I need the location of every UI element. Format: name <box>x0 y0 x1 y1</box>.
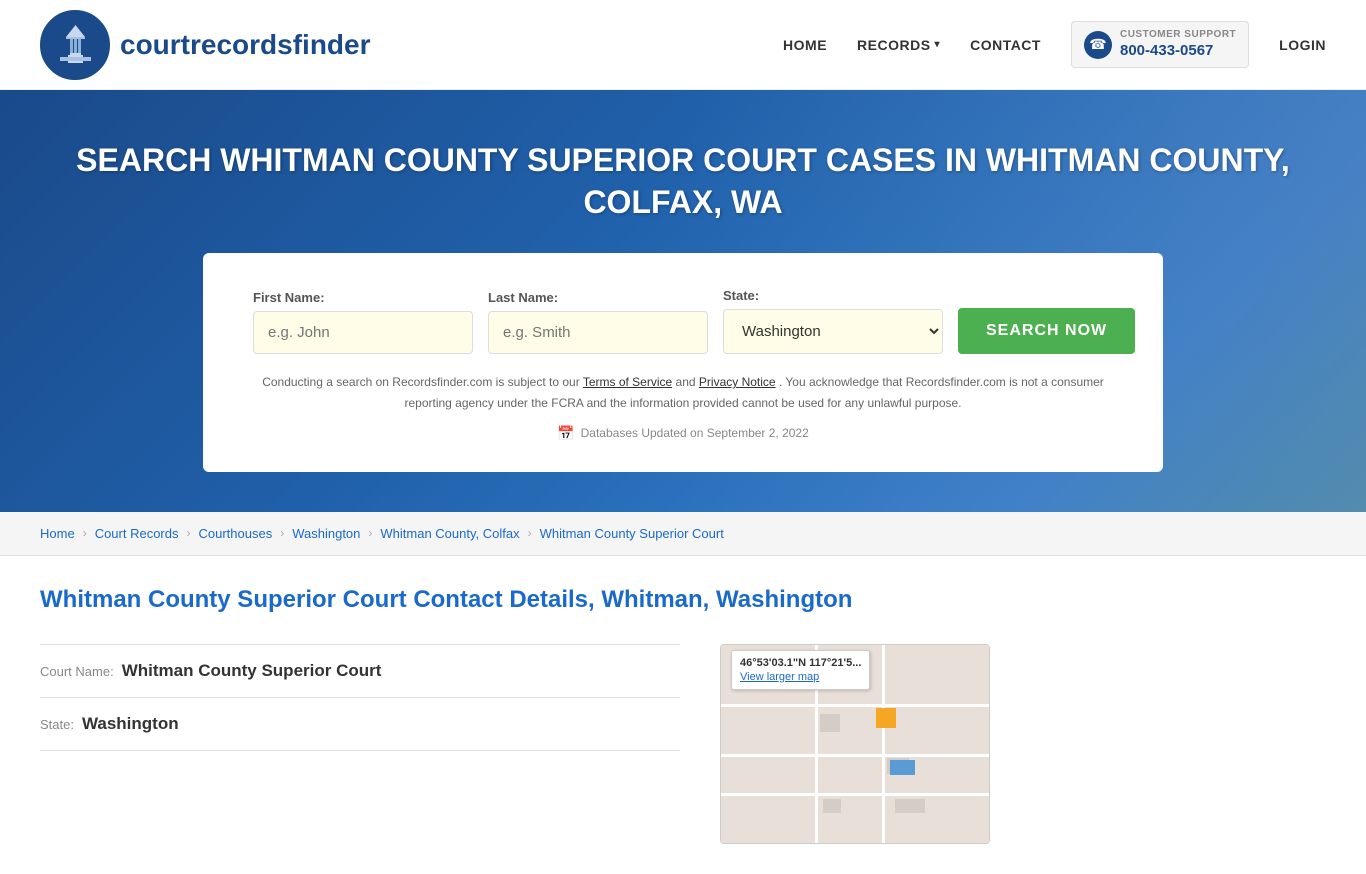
nav-home[interactable]: HOME <box>783 37 827 53</box>
map-highlight <box>876 708 896 728</box>
court-info: Court Name: Whitman County Superior Cour… <box>40 644 1326 844</box>
breadcrumb-sep-4: › <box>368 526 372 540</box>
map-coords: 46°53'03.1"N 117°21'5... <box>740 657 861 669</box>
state-detail-value: Washington <box>82 714 179 734</box>
nav-contact[interactable]: CONTACT <box>970 37 1041 53</box>
nav-records[interactable]: RECORDS ▾ <box>857 37 940 53</box>
map-blue-block <box>890 760 915 775</box>
last-name-group: Last Name: <box>488 290 708 354</box>
calendar-icon: 📅 <box>557 425 574 442</box>
breadcrumb-sep-2: › <box>187 526 191 540</box>
breadcrumb-court-records[interactable]: Court Records <box>95 526 179 541</box>
hero-title: SEARCH WHITMAN COUNTY SUPERIOR COURT CAS… <box>40 140 1326 223</box>
content-section: Whitman County Superior Court Contact De… <box>0 556 1366 874</box>
court-details: Court Name: Whitman County Superior Cour… <box>40 644 680 751</box>
nav-login[interactable]: LOGIN <box>1279 37 1326 53</box>
logo-area: courtrecordsfinder <box>40 10 371 80</box>
map-block <box>823 799 841 813</box>
first-name-input[interactable] <box>253 311 473 354</box>
support-label: CUSTOMER SUPPORT <box>1120 28 1236 41</box>
court-name-label: Court Name: <box>40 664 114 679</box>
breadcrumb-washington[interactable]: Washington <box>292 526 360 541</box>
state-select[interactable]: Washington <box>723 309 943 354</box>
main-nav: HOME RECORDS ▾ CONTACT ☎ CUSTOMER SUPPOR… <box>783 21 1326 68</box>
db-updated: 📅 Databases Updated on September 2, 2022 <box>253 425 1113 442</box>
search-button[interactable]: SEARCH NOW <box>958 308 1135 354</box>
first-name-label: First Name: <box>253 290 473 305</box>
breadcrumb-sep-5: › <box>528 526 532 540</box>
breadcrumb-sep-3: › <box>280 526 284 540</box>
hero-section: SEARCH WHITMAN COUNTY SUPERIOR COURT CAS… <box>0 90 1366 512</box>
last-name-label: Last Name: <box>488 290 708 305</box>
support-phone: 800-433-0567 <box>1120 41 1236 61</box>
state-label: State: <box>723 288 943 303</box>
support-box: ☎ CUSTOMER SUPPORT 800-433-0567 <box>1071 21 1249 68</box>
search-fields: First Name: Last Name: State: Washington… <box>253 288 1113 354</box>
map-block <box>820 714 840 732</box>
logo-text: courtrecordsfinder <box>120 29 371 61</box>
breadcrumb-current: Whitman County Superior Court <box>540 526 724 541</box>
breadcrumb-whitman-colfax[interactable]: Whitman County, Colfax <box>380 526 519 541</box>
logo-icon <box>40 10 110 80</box>
state-row: State: Washington <box>40 697 680 751</box>
section-title: Whitman County Superior Court Contact De… <box>40 586 1326 614</box>
site-header: courtrecordsfinder HOME RECORDS ▾ CONTAC… <box>0 0 1366 90</box>
tos-link[interactable]: Terms of Service <box>583 375 672 389</box>
state-group: State: Washington <box>723 288 943 354</box>
court-name-value: Whitman County Superior Court <box>122 661 382 681</box>
map-road <box>721 754 989 757</box>
map-block <box>895 799 925 813</box>
privacy-link[interactable]: Privacy Notice <box>699 375 776 389</box>
map-road <box>721 704 989 707</box>
first-name-group: First Name: <box>253 290 473 354</box>
breadcrumb-sep-1: › <box>83 526 87 540</box>
phone-icon: ☎ <box>1084 31 1112 59</box>
map-view-larger[interactable]: View larger map <box>740 671 861 683</box>
breadcrumb: Home › Court Records › Courthouses › Was… <box>0 512 1366 556</box>
last-name-input[interactable] <box>488 311 708 354</box>
chevron-down-icon: ▾ <box>935 39 941 50</box>
map-road <box>721 793 989 796</box>
map-tooltip: 46°53'03.1"N 117°21'5... View larger map <box>731 650 870 690</box>
breadcrumb-home[interactable]: Home <box>40 526 75 541</box>
map-placeholder: 46°53'03.1"N 117°21'5... View larger map <box>721 645 989 843</box>
map-road <box>882 645 885 843</box>
search-card: First Name: Last Name: State: Washington… <box>203 253 1163 472</box>
breadcrumb-courthouses[interactable]: Courthouses <box>199 526 273 541</box>
map-area[interactable]: 46°53'03.1"N 117°21'5... View larger map <box>720 644 990 844</box>
state-detail-label: State: <box>40 717 74 732</box>
court-name-row: Court Name: Whitman County Superior Cour… <box>40 644 680 697</box>
legal-text: Conducting a search on Recordsfinder.com… <box>253 372 1113 413</box>
